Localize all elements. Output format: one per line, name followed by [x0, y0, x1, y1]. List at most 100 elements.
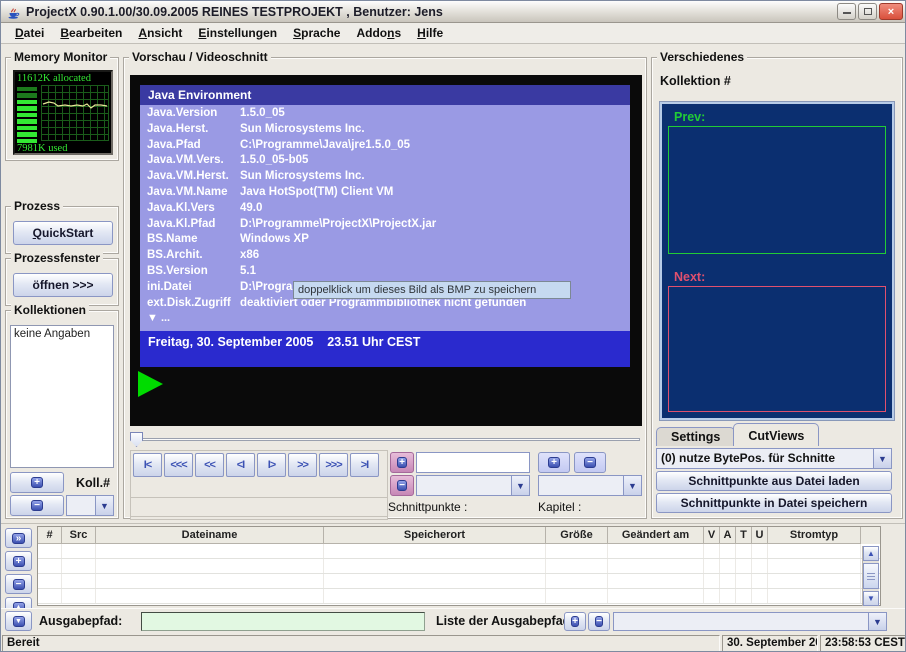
remove-chapter-button[interactable]: −: [574, 452, 606, 473]
column-header-stromtyp[interactable]: Stromtyp: [768, 527, 861, 544]
prozess-title: Prozess: [11, 199, 63, 213]
column-header-geändert-am[interactable]: Geändert am: [608, 527, 704, 544]
status-ready: Bereit: [2, 635, 720, 652]
nav-forward-fast-button[interactable]: >>>: [319, 453, 348, 477]
nav-back-button[interactable]: <<: [195, 453, 224, 477]
tab-cutviews[interactable]: CutViews: [733, 423, 819, 446]
verschiedenes-title: Verschiedenes: [657, 50, 747, 64]
output-path-combo[interactable]: ▼: [613, 612, 887, 631]
file-table-header: #SrcDateinameSpeicherortGrößeGeändert am…: [38, 527, 880, 544]
remove-output-path-button[interactable]: −: [588, 612, 610, 631]
column-header-a[interactable]: A: [720, 527, 736, 544]
expand-filelist-button[interactable]: »: [5, 528, 32, 548]
remove-cutpoint-button[interactable]: −: [390, 475, 414, 496]
column-header-größe[interactable]: Größe: [546, 527, 608, 544]
column-header-u[interactable]: U: [752, 527, 768, 544]
chevron-down-icon: ▼: [511, 476, 529, 495]
file-table-zone: » + − ▲ #SrcDateinameSpeicherortGrößeGeä…: [1, 523, 906, 608]
minus-icon: −: [397, 480, 407, 491]
open-process-window-button[interactable]: öffnen >>>: [13, 273, 113, 297]
column-header-src[interactable]: Src: [62, 527, 96, 544]
ausgabepfad-input[interactable]: [141, 612, 425, 631]
scroll-down-icon[interactable]: ▼: [863, 591, 879, 606]
scroll-up-icon[interactable]: ▲: [863, 546, 879, 561]
next-frame[interactable]: [668, 286, 886, 412]
memory-bar: [17, 132, 37, 136]
table-scrollbar[interactable]: ▲ ▼: [862, 546, 879, 606]
menu-item-addons[interactable]: Addons: [348, 24, 409, 42]
kollektionen-list-item: keine Angaben: [14, 328, 90, 340]
menu-item-datei[interactable]: Datei: [7, 24, 52, 42]
play-icon[interactable]: [138, 371, 163, 397]
nav-back-fast-button[interactable]: <<<: [164, 453, 193, 477]
kollektionen-list[interactable]: keine Angaben: [10, 325, 114, 468]
file-table-body[interactable]: [38, 544, 880, 604]
move-file-down-button[interactable]: ▼: [5, 611, 32, 631]
menu-item-bearbeiten[interactable]: Bearbeiten: [52, 24, 130, 42]
slider-thumb[interactable]: [130, 432, 143, 447]
add-cutpoint-button[interactable]: +: [390, 452, 414, 473]
chapter-combo[interactable]: ▼: [538, 475, 642, 496]
env-row: Java.Kl.PfadD:\Programme\ProjectX\Projec…: [140, 218, 630, 234]
nav-forward-button[interactable]: >>: [288, 453, 317, 477]
memory-bar: [17, 93, 37, 97]
quickstart-button[interactable]: QuickStart: [13, 221, 113, 245]
preview-title: Vorschau / Videoschnitt: [129, 50, 271, 64]
cutpoint-input[interactable]: [416, 452, 530, 473]
seek-slider[interactable]: [130, 430, 642, 450]
right-tabs: Settings CutViews: [656, 422, 819, 446]
nav-skip-last-button[interactable]: >I: [350, 453, 379, 477]
close-button[interactable]: ×: [879, 3, 903, 20]
menu-item-sprache[interactable]: Sprache: [285, 24, 348, 42]
bytepos-combo[interactable]: (0) nutze BytePos. für Schnitte ▼: [656, 448, 892, 469]
plus-icon: +: [571, 616, 579, 627]
env-row: Java.Version1.5.0_05: [140, 107, 630, 123]
menu-item-einstellungen[interactable]: Einstellungen: [190, 24, 285, 42]
prev-label: Prev:: [674, 110, 705, 124]
verschiedenes-group: Verschiedenes Kollektion # Prev: Next: S…: [651, 57, 903, 519]
minimize-button[interactable]: [837, 3, 856, 20]
column-header-speicherort[interactable]: Speicherort: [324, 527, 546, 544]
add-chapter-button[interactable]: +: [538, 452, 570, 473]
java-cup-icon: [5, 4, 21, 20]
load-cutpoints-button[interactable]: Schnittpunkte aus Datei laden: [656, 471, 892, 491]
add-file-button[interactable]: +: [5, 551, 32, 571]
nav-step-back-button[interactable]: <I: [226, 453, 255, 477]
memory-bar: [17, 87, 37, 91]
memory-monitor-display[interactable]: 11612K allocated 7981K used: [13, 70, 113, 155]
next-label: Next:: [674, 270, 705, 284]
prev-frame[interactable]: [668, 126, 886, 254]
add-collection-button[interactable]: +: [10, 472, 64, 493]
table-row: [38, 589, 880, 604]
add-output-path-button[interactable]: +: [564, 612, 586, 631]
schnittpunkte-label: Schnittpunkte :: [388, 500, 467, 514]
env-row: BS.Archit.x86: [140, 249, 630, 265]
file-table[interactable]: #SrcDateinameSpeicherortGrößeGeändert am…: [37, 526, 881, 606]
column-header-v[interactable]: V: [704, 527, 720, 544]
status-date: 30. September 2005: [722, 635, 818, 652]
tab-settings[interactable]: Settings: [656, 427, 735, 446]
remove-file-button[interactable]: −: [5, 574, 32, 594]
koll-number-combo[interactable]: ▼: [66, 495, 114, 516]
column-header-dateiname[interactable]: Dateiname: [96, 527, 324, 544]
save-cutpoints-button[interactable]: Schnittpunkte in Datei speichern: [656, 493, 892, 513]
nav-step-forward-button[interactable]: I>: [257, 453, 286, 477]
env-status-line: Freitag, 30. September 2005 23.51 Uhr CE…: [140, 331, 630, 367]
slider-track[interactable]: [132, 438, 640, 441]
cutpoint-combo[interactable]: ▼: [416, 475, 530, 496]
plus-icon: +: [397, 457, 407, 468]
menu-item-ansicht[interactable]: Ansicht: [130, 24, 190, 42]
env-row: Java.PfadC:\Programme\Java\jre1.5.0_05: [140, 139, 630, 155]
nav-skip-first-button[interactable]: I<: [133, 453, 162, 477]
menu-item-hilfe[interactable]: Hilfe: [409, 24, 451, 42]
scroll-thumb[interactable]: [863, 563, 879, 589]
maximize-button[interactable]: [858, 3, 877, 20]
remove-collection-button[interactable]: −: [10, 495, 64, 516]
nav-empty-row-2: [131, 498, 387, 517]
env-row: Java.VM.Herst.Sun Microsystems Inc.: [140, 170, 630, 186]
column-header-t[interactable]: T: [736, 527, 752, 544]
memory-bar: [17, 113, 37, 117]
video-preview-area[interactable]: Java Environment Java.Version1.5.0_05Jav…: [130, 75, 642, 426]
memory-bar: [17, 100, 37, 104]
column-header--[interactable]: #: [38, 527, 62, 544]
